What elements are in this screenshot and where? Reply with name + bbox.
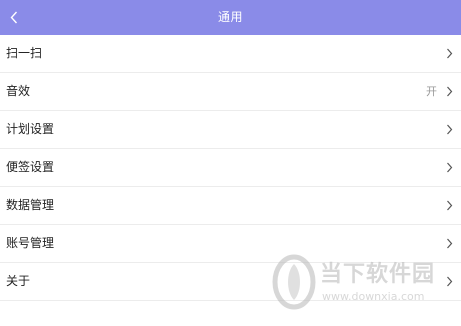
chevron-right-icon [447,276,453,287]
sound-status-value: 开 [426,85,437,98]
row-label: 数据管理 [6,198,55,212]
row-label: 账号管理 [6,236,55,250]
page-title: 通用 [217,10,243,24]
row-scan[interactable]: 扫一扫 [0,35,461,73]
top-bar: 通用 [0,0,461,35]
chevron-right-icon [447,86,453,97]
row-label: 扫一扫 [6,46,43,60]
chevron-right-icon [447,162,453,173]
row-plan-settings[interactable]: 计划设置 [0,111,461,149]
chevron-right-icon [447,200,453,211]
row-label: 关于 [6,274,31,288]
chevron-right-icon [447,124,453,135]
row-account-management[interactable]: 账号管理 [0,225,461,263]
row-about[interactable]: 关于 [0,263,461,301]
row-label: 音效 [6,84,31,98]
settings-list: 扫一扫 音效 开 计划设置 便签设置 数据管理 账号管理 关于 [0,35,461,301]
row-sound-effect[interactable]: 音效 开 [0,73,461,111]
chevron-right-icon [447,48,453,59]
row-note-settings[interactable]: 便签设置 [0,149,461,187]
chevron-right-icon [447,238,453,249]
row-data-management[interactable]: 数据管理 [0,187,461,225]
row-label: 便签设置 [6,160,55,174]
row-label: 计划设置 [6,122,55,136]
